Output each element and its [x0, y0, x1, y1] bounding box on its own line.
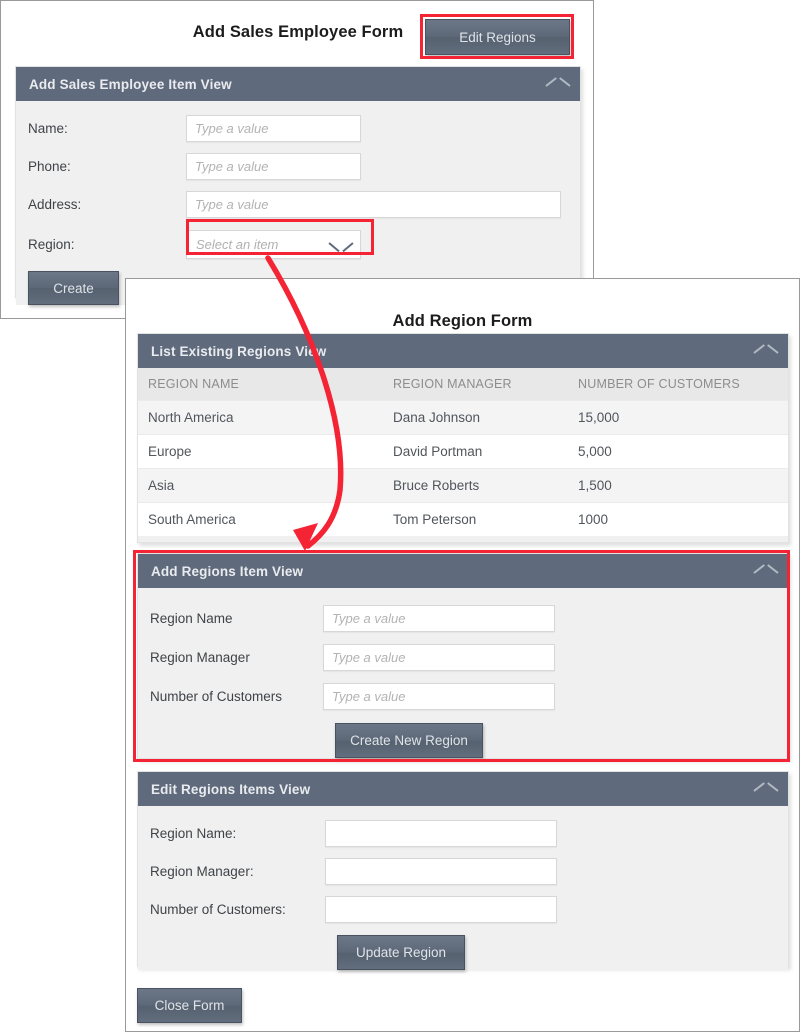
table-row[interactable]: Europe David Portman 5,000: [138, 434, 788, 469]
create-new-region-button[interactable]: Create New Region: [335, 723, 483, 758]
update-region-button-label: Update Region: [355, 945, 447, 960]
edit-number-of-customers-input[interactable]: [325, 896, 557, 923]
form-row-region-manager: Region Manager Type a value: [138, 644, 788, 671]
cell-region-name: North America: [138, 400, 383, 435]
add-region-window: Add Region Form List Existing Regions Vi…: [125, 278, 800, 1032]
form-row-name: Name: Type a value: [16, 115, 580, 142]
list-existing-regions-view-panel: List Existing Regions View REGION NAME R…: [137, 333, 789, 543]
create-button[interactable]: Create: [28, 271, 119, 305]
close-form-button[interactable]: Close Form: [137, 988, 242, 1023]
region-label: Region:: [28, 237, 75, 252]
form-row-number-of-customers: Number of Customers Type a value: [138, 683, 788, 710]
create-new-region-button-label: Create New Region: [350, 733, 468, 748]
form-row-region: Region: Select an item: [16, 230, 580, 259]
panel-header-title-list-regions: List Existing Regions View: [151, 343, 327, 359]
name-label: Name:: [28, 121, 68, 136]
table-header-row: REGION NAME REGION MANAGER NUMBER OF CUS…: [138, 368, 788, 401]
address-input[interactable]: Type a value: [186, 191, 561, 218]
phone-input[interactable]: Type a value: [186, 153, 361, 180]
cell-region-name: Asia: [138, 468, 383, 503]
column-header-region-manager[interactable]: REGION MANAGER: [383, 368, 568, 401]
cell-region-name: Europe: [138, 434, 383, 469]
column-header-number-of-customers[interactable]: NUMBER OF CUSTOMERS: [568, 368, 788, 401]
panel-header-add-regions[interactable]: Add Regions Item View: [138, 554, 788, 588]
chevron-up-icon[interactable]: [755, 565, 777, 578]
add-sales-employee-item-view-panel: Add Sales Employee Item View Name: Type …: [15, 66, 581, 305]
page-title-employee: Add Sales Employee Form: [192, 23, 404, 41]
region-manager-label: Region Manager: [150, 650, 250, 665]
chevron-down-icon[interactable]: [330, 239, 352, 251]
panel-header-title-employee: Add Sales Employee Item View: [29, 76, 232, 92]
form-row-phone: Phone: Type a value: [16, 153, 580, 180]
region-select[interactable]: Select an item: [186, 230, 361, 259]
region-manager-input[interactable]: Type a value: [323, 644, 555, 671]
update-region-button[interactable]: Update Region: [337, 935, 465, 970]
cell-region-name: South America: [138, 502, 383, 536]
cell-number-of-customers: 1000: [568, 502, 788, 536]
panel-header-title-edit-regions: Edit Regions Items View: [151, 781, 311, 797]
cell-region-manager: Tom Peterson: [383, 502, 568, 536]
screenshot-stage: Add Sales Employee Form Edit Regions Add…: [0, 0, 800, 1032]
add-regions-item-view-panel: Add Regions Item View Region Name Type a…: [137, 553, 789, 759]
edit-region-name-label: Region Name:: [150, 826, 237, 841]
cell-region-manager: Bruce Roberts: [383, 468, 568, 503]
column-header-region-name[interactable]: REGION NAME: [138, 368, 383, 401]
edit-region-manager-label: Region Manager:: [150, 864, 254, 879]
edit-region-manager-input[interactable]: [325, 858, 557, 885]
number-of-customers-label: Number of Customers: [150, 689, 283, 704]
panel-body-edit-regions: Region Name: Region Manager: Number of C…: [138, 806, 788, 970]
form-row-address: Address: Type a value: [16, 191, 580, 218]
cell-number-of-customers: 5,000: [568, 434, 788, 469]
form-row-edit-region-manager: Region Manager:: [138, 858, 788, 885]
form-row-edit-region-name: Region Name:: [138, 820, 788, 847]
add-sales-employee-window: Add Sales Employee Form Edit Regions Add…: [0, 0, 594, 319]
edit-region-name-input[interactable]: [325, 820, 557, 847]
edit-number-of-customers-label: Number of Customers:: [150, 902, 286, 917]
edit-regions-items-view-panel: Edit Regions Items View Region Name: Reg…: [137, 771, 789, 970]
chevron-up-icon[interactable]: [755, 345, 777, 358]
chevron-up-icon[interactable]: [547, 78, 569, 91]
chevron-up-icon[interactable]: [755, 783, 777, 796]
region-name-label: Region Name: [150, 611, 233, 626]
form-row-edit-number-of-customers: Number of Customers:: [138, 896, 788, 923]
address-label: Address:: [28, 197, 82, 212]
panel-body-employee: Name: Type a value Phone: Type a value A…: [16, 101, 580, 305]
cell-number-of-customers: 1,500: [568, 468, 788, 503]
regions-table: REGION NAME REGION MANAGER NUMBER OF CUS…: [138, 368, 788, 536]
panel-header-title-add-regions: Add Regions Item View: [151, 563, 304, 579]
region-name-input[interactable]: Type a value: [323, 605, 555, 632]
page-title-region: Add Region Form: [392, 312, 533, 330]
panel-header-list-regions[interactable]: List Existing Regions View: [138, 334, 788, 368]
table-row[interactable]: North America Dana Johnson 15,000: [138, 400, 788, 435]
edit-regions-button-label: Edit Regions: [459, 29, 536, 45]
panel-body-add-regions: Region Name Type a value Region Manager …: [138, 588, 788, 758]
panel-header-employee[interactable]: Add Sales Employee Item View: [16, 67, 580, 101]
edit-regions-button[interactable]: Edit Regions: [425, 19, 570, 55]
form-row-region-name: Region Name Type a value: [138, 605, 788, 632]
region-select-placeholder: Select an item: [196, 237, 279, 252]
phone-label: Phone:: [28, 159, 71, 174]
cell-region-manager: Dana Johnson: [383, 400, 568, 435]
cell-number-of-customers: 15,000: [568, 400, 788, 435]
panel-header-edit-regions[interactable]: Edit Regions Items View: [138, 772, 788, 806]
name-input[interactable]: Type a value: [186, 115, 361, 142]
table-row[interactable]: South America Tom Peterson 1000: [138, 502, 788, 536]
table-row[interactable]: Asia Bruce Roberts 1,500: [138, 468, 788, 503]
create-button-label: Create: [53, 280, 94, 296]
cell-region-manager: David Portman: [383, 434, 568, 469]
number-of-customers-input[interactable]: Type a value: [323, 683, 555, 710]
close-form-button-label: Close Form: [154, 998, 225, 1013]
